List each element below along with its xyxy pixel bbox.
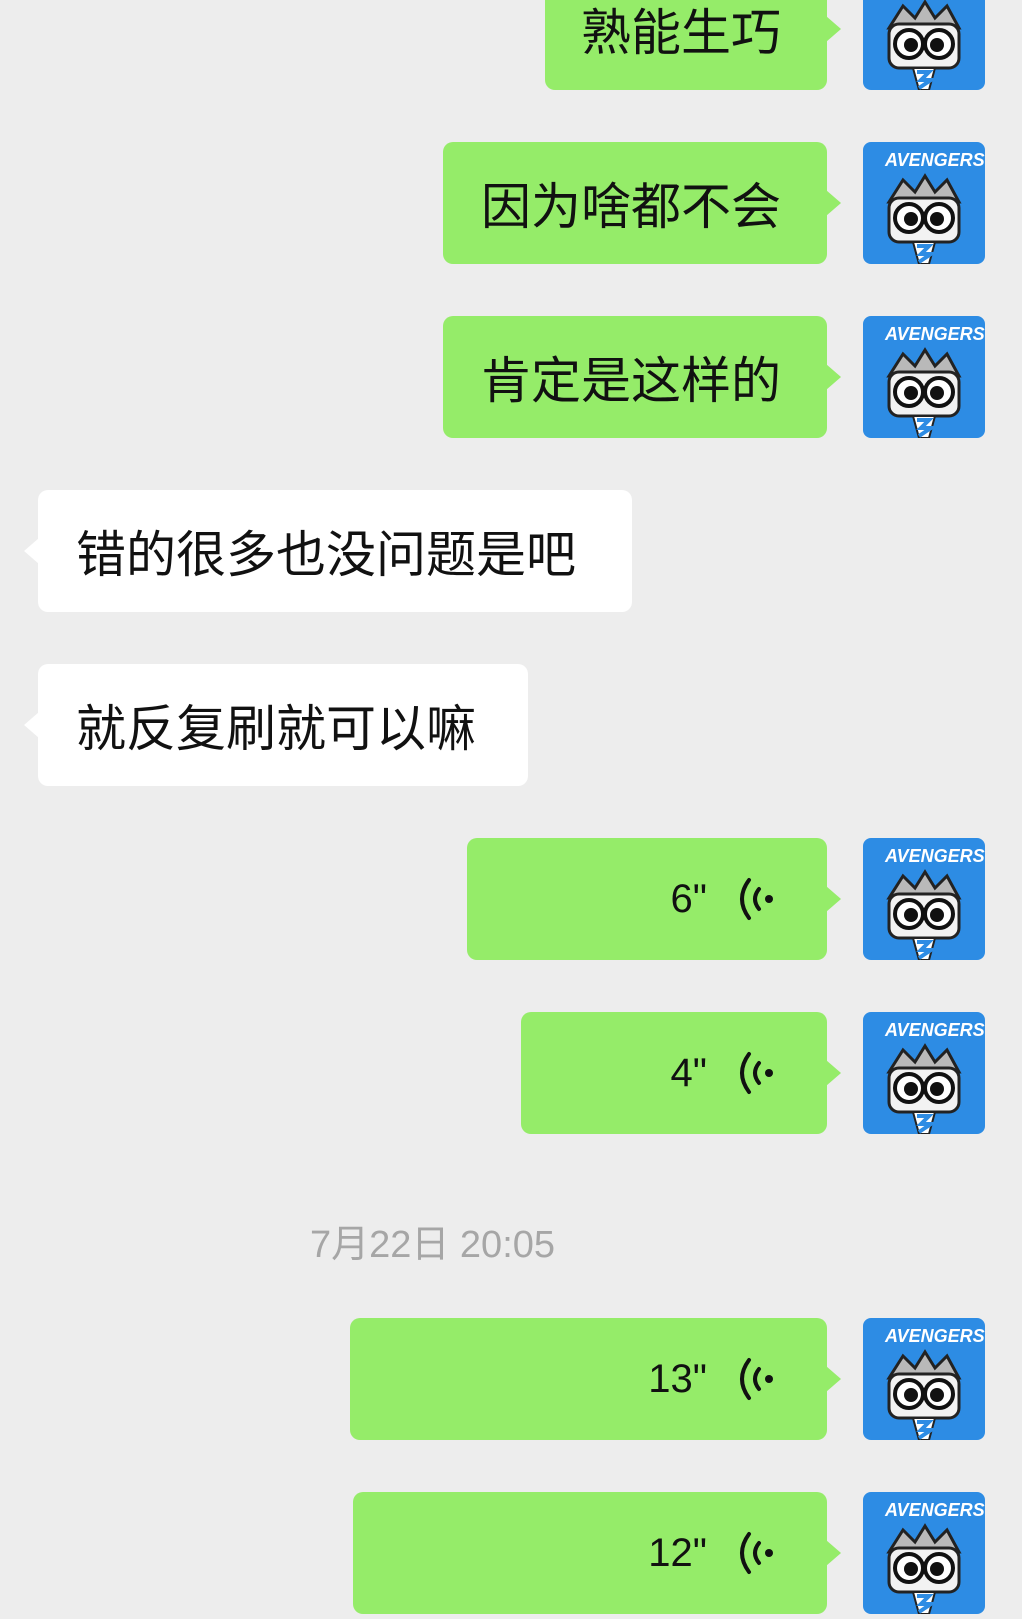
message-row: 4" AVENGERS: [0, 1012, 1022, 1134]
message-row: 13" AVENGERS: [0, 1318, 1022, 1440]
user-avatar[interactable]: AVENGERS: [863, 142, 985, 264]
voice-message-bubble[interactable]: 6": [467, 838, 841, 960]
user-avatar[interactable]: AVENGERS: [863, 838, 985, 960]
voice-message-bubble[interactable]: 12": [353, 1492, 841, 1614]
voice-message-bubble[interactable]: 4": [521, 1012, 841, 1134]
avatar-brand-text: AVENGERS: [885, 150, 985, 170]
message-text: 错的很多也没问题是吧: [76, 526, 576, 584]
user-avatar[interactable]: AVENGERS: [863, 0, 985, 90]
message-row: 肯定是这样的 AVENGERS: [0, 316, 1022, 438]
voice-duration: 4": [670, 1050, 707, 1095]
message-text: 肯定是这样的: [481, 352, 781, 410]
message-text: 因为啥都不会: [481, 178, 781, 236]
voice-duration: 6": [670, 876, 707, 921]
avatar-brand-text: AVENGERS: [885, 1020, 985, 1040]
voice-wave-icon: [740, 878, 773, 920]
outgoing-text-bubble[interactable]: 肯定是这样的: [443, 316, 841, 438]
message-row: 6" AVENGERS: [0, 838, 1022, 960]
user-avatar[interactable]: AVENGERS: [863, 1318, 985, 1440]
voice-wave-icon: [740, 1532, 773, 1574]
user-avatar[interactable]: AVENGERS: [863, 1492, 985, 1614]
avatar-brand-text: AVENGERS: [885, 1326, 985, 1346]
message-row: 因为啥都不会 AVENGERS: [0, 142, 1022, 264]
voice-wave-icon: [740, 1052, 773, 1094]
user-avatar[interactable]: AVENGERS: [863, 316, 985, 438]
outgoing-text-bubble[interactable]: 熟能生巧: [545, 0, 841, 90]
avatar-brand-text: AVENGERS: [885, 324, 985, 344]
avatar-brand-text: AVENGERS: [885, 846, 985, 866]
voice-wave-icon: [740, 1358, 773, 1400]
incoming-text-bubble[interactable]: 错的很多也没问题是吧: [24, 490, 632, 612]
message-row: 12" AVENGERS: [0, 1492, 1022, 1614]
message-row: 错的很多也没问题是吧: [0, 490, 1022, 612]
message-timestamp: 7月22日 20:05: [309, 1224, 556, 1266]
message-text: 熟能生巧: [581, 4, 781, 62]
user-avatar[interactable]: AVENGERS: [863, 1012, 985, 1134]
avatar-brand-text: AVENGERS: [885, 1500, 985, 1520]
message-row: 就反复刷就可以嘛: [0, 664, 1022, 786]
voice-message-bubble[interactable]: 13": [350, 1318, 841, 1440]
voice-duration: 13": [648, 1356, 707, 1401]
cartoon-face-icon: [886, 0, 962, 90]
outgoing-text-bubble[interactable]: 因为啥都不会: [443, 142, 841, 264]
incoming-text-bubble[interactable]: 就反复刷就可以嘛: [24, 664, 528, 786]
message-row: 熟能生巧 AVENGERS: [0, 0, 1022, 90]
message-text: 就反复刷就可以嘛: [76, 700, 476, 758]
voice-duration: 12": [648, 1530, 707, 1575]
